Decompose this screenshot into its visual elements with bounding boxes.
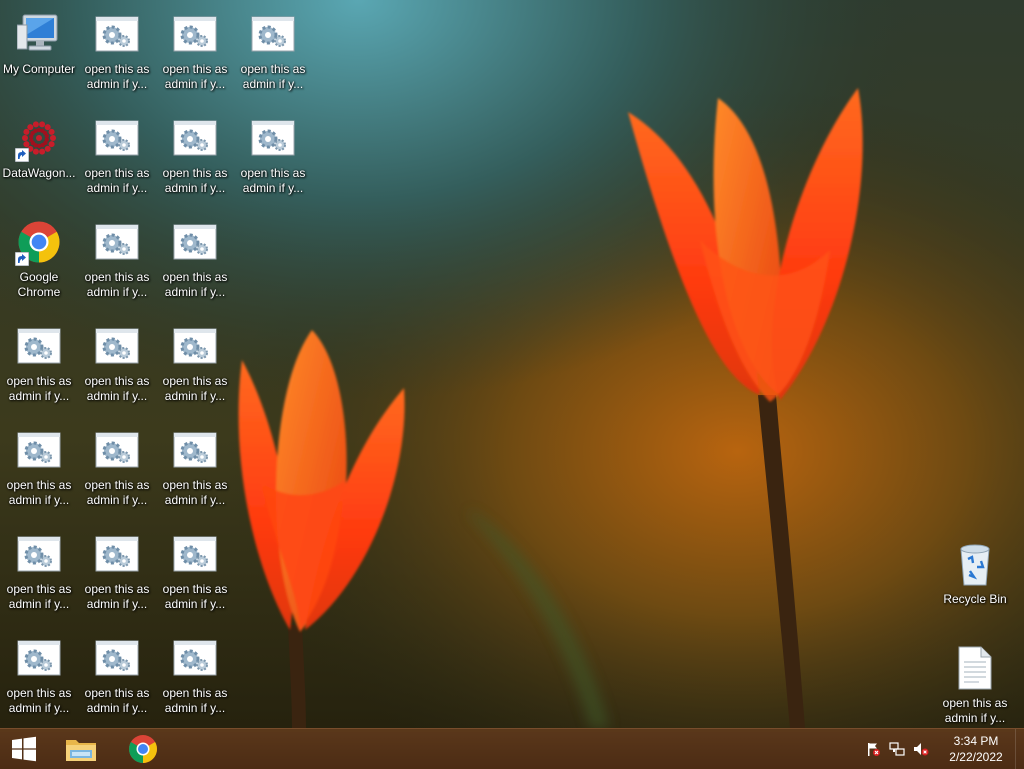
desktop-icon-admin-2-1[interactable]: open this as admin if y... — [157, 104, 233, 200]
desktop-icon-label: open this as admin if y... — [240, 166, 306, 195]
desktop-icon-admin-1-5[interactable]: open this as admin if y... — [79, 520, 155, 616]
desktop-icon-label: open this as admin if y... — [84, 374, 150, 403]
taskbar: 3:34 PM 2/22/2022 — [0, 728, 1024, 769]
desktop-icon-admin-2-0[interactable]: open this as admin if y... — [157, 0, 233, 96]
desktop-icon-label: open this as admin if y... — [162, 374, 228, 403]
clock-date: 2/22/2022 — [949, 750, 1003, 764]
desktop-icon-label: My Computer — [2, 62, 76, 76]
settings-file-icon — [93, 114, 141, 162]
volume-muted-icon[interactable] — [911, 739, 931, 759]
desktop-icon-label: open this as admin if y... — [6, 686, 72, 715]
settings-file-icon — [171, 322, 219, 370]
settings-file-icon — [171, 10, 219, 58]
file-explorer-taskbar-button[interactable] — [57, 729, 105, 769]
start-button[interactable] — [0, 729, 48, 769]
desktop-icon-admin-1-4[interactable]: open this as admin if y... — [79, 416, 155, 512]
settings-file-icon — [93, 218, 141, 266]
taskbar-clock[interactable]: 3:34 PM 2/22/2022 — [937, 733, 1015, 765]
settings-file-icon — [171, 114, 219, 162]
desktop-icon-google-chrome[interactable]: Google Chrome — [1, 208, 77, 304]
desktop-icon-admin-1-3[interactable]: open this as admin if y... — [79, 312, 155, 408]
desktop-icon-label: open this as admin if y... — [6, 582, 72, 611]
desktop-icon-label: DataWagon... — [2, 166, 76, 180]
desktop-icon-admin-1-1[interactable]: open this as admin if y... — [79, 104, 155, 200]
settings-file-icon — [93, 634, 141, 682]
settings-file-icon — [93, 530, 141, 578]
desktop-icon-label: Recycle Bin — [943, 592, 1007, 606]
chrome-icon — [129, 735, 157, 763]
desktop-icon-label: open this as admin if y... — [84, 686, 150, 715]
desktop-icon-label: open this as admin if y... — [6, 478, 72, 507]
shortcut-arrow-icon — [15, 148, 29, 162]
desktop-icon-label: open this as admin if y... — [162, 166, 228, 195]
desktop-icon-label: open this as admin if y... — [84, 270, 150, 299]
desktop-icon-recycle-bin[interactable]: Recycle Bin — [937, 530, 1013, 626]
settings-file-icon — [15, 634, 63, 682]
desktop-icon-admin-3-0[interactable]: open this as admin if y... — [235, 0, 311, 96]
desktop-icon-admin-3-1[interactable]: open this as admin if y... — [235, 104, 311, 200]
desktop-icon-label: Google Chrome — [17, 270, 61, 299]
settings-file-icon — [15, 426, 63, 474]
desktop-icon-admin-2-3[interactable]: open this as admin if y... — [157, 312, 233, 408]
desktop-icon-label: open this as admin if y... — [84, 478, 150, 507]
windows-logo-icon — [12, 736, 36, 762]
desktop-icon-admin-txt[interactable]: open this as admin if y... — [937, 634, 1013, 730]
shortcut-arrow-icon — [15, 252, 29, 266]
desktop-icon-admin-0-3[interactable]: open this as admin if y... — [1, 312, 77, 408]
network-icon[interactable] — [887, 739, 907, 759]
settings-file-icon — [93, 426, 141, 474]
settings-file-icon — [171, 218, 219, 266]
desktop-icon-admin-2-6[interactable]: open this as admin if y... — [157, 624, 233, 720]
clock-time: 3:34 PM — [953, 734, 999, 748]
desktop-icon-label: open this as admin if y... — [162, 582, 228, 611]
desktop-icon-admin-0-4[interactable]: open this as admin if y... — [1, 416, 77, 512]
action-center-flag-icon[interactable] — [863, 739, 883, 759]
settings-file-icon — [171, 634, 219, 682]
desktop-icon-area: My Computer DataWagon... Google Chrome open… — [0, 0, 1024, 728]
settings-file-icon — [249, 10, 297, 58]
settings-file-icon — [249, 114, 297, 162]
desktop-icon-label: open this as admin if y... — [162, 270, 228, 299]
folder-icon — [66, 740, 96, 761]
settings-file-icon — [93, 10, 141, 58]
computer-icon — [15, 10, 63, 58]
settings-file-icon — [15, 322, 63, 370]
settings-file-icon — [171, 426, 219, 474]
desktop-icon-label: open this as admin if y... — [162, 62, 228, 91]
recycle-bin-icon — [951, 540, 999, 588]
datawagon-icon — [15, 114, 63, 162]
desktop-icon-admin-0-6[interactable]: open this as admin if y... — [1, 624, 77, 720]
chrome-icon — [15, 218, 63, 266]
desktop-icon-datawagon[interactable]: DataWagon... — [1, 104, 77, 200]
text-file-icon — [951, 644, 999, 692]
desktop-icon-admin-0-5[interactable]: open this as admin if y... — [1, 520, 77, 616]
system-tray: 3:34 PM 2/22/2022 — [861, 729, 1024, 769]
desktop-icon-label: open this as admin if y... — [162, 686, 228, 715]
desktop-icon-admin-1-0[interactable]: open this as admin if y... — [79, 0, 155, 96]
desktop-icon-label: open this as admin if y... — [942, 696, 1008, 725]
settings-file-icon — [171, 530, 219, 578]
desktop-icon-label: open this as admin if y... — [162, 478, 228, 507]
desktop-icon-label: open this as admin if y... — [84, 582, 150, 611]
desktop-icon-admin-2-4[interactable]: open this as admin if y... — [157, 416, 233, 512]
desktop-icon-admin-2-5[interactable]: open this as admin if y... — [157, 520, 233, 616]
desktop-icon-label: open this as admin if y... — [84, 166, 150, 195]
settings-file-icon — [15, 530, 63, 578]
settings-file-icon — [93, 322, 141, 370]
desktop-icon-label: open this as admin if y... — [84, 62, 150, 91]
show-desktop-button[interactable] — [1015, 729, 1024, 769]
chrome-taskbar-button[interactable] — [119, 729, 167, 769]
desktop-icon-label: open this as admin if y... — [240, 62, 306, 91]
desktop-icon-admin-1-6[interactable]: open this as admin if y... — [79, 624, 155, 720]
desktop-icon-admin-1-2[interactable]: open this as admin if y... — [79, 208, 155, 304]
desktop-icon-admin-2-2[interactable]: open this as admin if y... — [157, 208, 233, 304]
desktop-icon-label: open this as admin if y... — [6, 374, 72, 403]
desktop-icon-my-computer[interactable]: My Computer — [1, 0, 77, 96]
